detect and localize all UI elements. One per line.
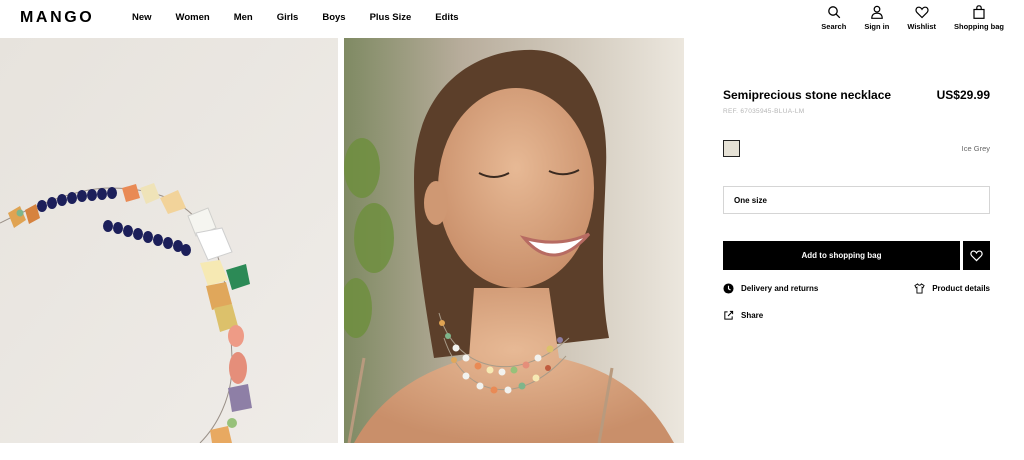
search-label: Search (821, 22, 847, 31)
product-name: Semiprecious stone necklace (723, 88, 892, 102)
brand-logo[interactable]: MANGO (20, 9, 94, 27)
header-tools: Search Sign in Wishlist Shopping bag (803, 5, 1004, 31)
product-reference: REF. 67035945-BLUA-LM (723, 108, 805, 115)
main-nav: New Women Men Girls Boys Plus Size Edits (132, 12, 483, 23)
share-label: Share (741, 311, 764, 320)
product-image-detail[interactable] (0, 38, 338, 443)
nav-item-men[interactable]: Men (234, 12, 253, 23)
share-link[interactable]: Share (723, 310, 990, 321)
nav-item-boys[interactable]: Boys (322, 12, 345, 23)
product-price: US$29.99 (936, 88, 990, 102)
size-label: One size (734, 195, 767, 205)
heart-icon (915, 6, 929, 19)
user-icon (871, 5, 883, 19)
delivery-returns-link[interactable]: Delivery and returns (723, 283, 818, 294)
product-links: Delivery and returns Product details (723, 283, 990, 294)
bag-icon (973, 5, 985, 19)
purchase-actions: Add to shopping bag (723, 241, 990, 270)
product-info-panel: Semiprecious stone necklace US$29.99 REF… (723, 88, 990, 321)
delivery-returns-label: Delivery and returns (741, 284, 819, 293)
nav-item-girls[interactable]: Girls (277, 12, 299, 23)
color-swatch-ice-grey[interactable] (723, 140, 740, 157)
wishlist-button[interactable]: Wishlist (907, 5, 936, 31)
size-selector[interactable]: One size (723, 186, 990, 214)
color-name: Ice Grey (961, 144, 990, 153)
product-title-row: Semiprecious stone necklace US$29.99 (723, 88, 990, 102)
shopping-bag-label: Shopping bag (954, 22, 1004, 31)
search-button[interactable]: Search (821, 5, 846, 31)
product-details-link[interactable]: Product details (914, 283, 990, 294)
product-details-label: Product details (932, 284, 990, 293)
share-icon (724, 310, 734, 320)
wishlist-label: Wishlist (907, 22, 936, 31)
product-image-model[interactable] (344, 38, 684, 443)
add-to-wishlist-button[interactable] (963, 241, 990, 270)
shopping-bag-button[interactable]: Shopping bag (954, 5, 1004, 31)
sign-in-button[interactable]: Sign in (864, 5, 889, 31)
nav-item-edits[interactable]: Edits (435, 12, 458, 23)
nav-item-new[interactable]: New (132, 12, 152, 23)
nav-item-women[interactable]: Women (176, 12, 210, 23)
color-selector: Ice Grey (723, 140, 990, 157)
add-to-bag-button[interactable]: Add to shopping bag (723, 241, 960, 270)
tshirt-icon (914, 283, 925, 294)
nav-item-plus-size[interactable]: Plus Size (370, 12, 412, 23)
clock-icon (723, 283, 734, 294)
site-header: MANGO New Women Men Girls Boys Plus Size… (0, 0, 1024, 38)
search-icon (827, 6, 841, 19)
add-to-bag-label: Add to shopping bag (801, 251, 882, 260)
sign-in-label: Sign in (864, 22, 890, 31)
heart-icon (970, 250, 983, 262)
